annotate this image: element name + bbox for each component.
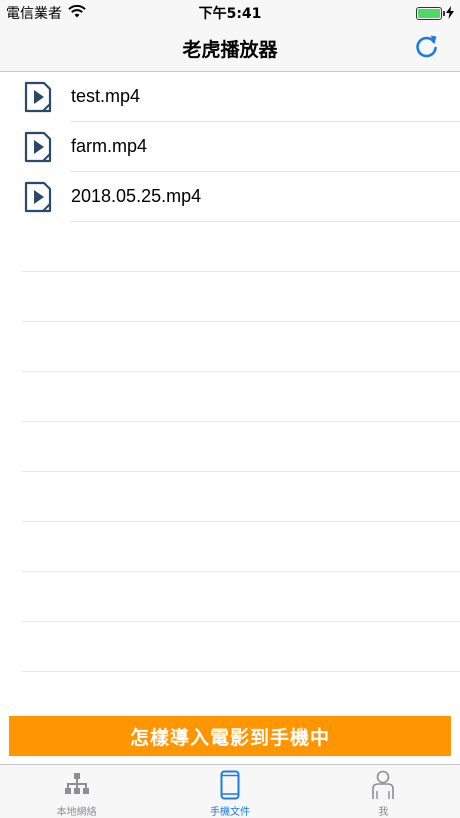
empty-row [0, 272, 460, 322]
import-help-button[interactable]: 怎樣導入電影到手機中 [9, 716, 451, 756]
status-time: 下午5:41 [198, 6, 262, 22]
file-row[interactable]: test.mp4 [0, 72, 460, 122]
status-bar: 電信業者 下午5:41 [0, 0, 460, 24]
tab-bar: 本地網絡 手機文件 我 [0, 764, 460, 818]
video-file-icon [24, 81, 52, 113]
video-file-icon [24, 181, 52, 213]
file-name: 2018.05.25.mp4 [71, 186, 202, 206]
tab-me[interactable]: 我 [307, 765, 460, 818]
tab-label: 手機文件 [209, 807, 250, 818]
empty-row [0, 422, 460, 472]
refresh-button[interactable] [412, 33, 442, 63]
file-list: test.mp4 farm.mp4 2018.05.25.mp4 [0, 72, 460, 672]
empty-row [0, 222, 460, 272]
charging-icon [446, 4, 454, 23]
refresh-icon [414, 33, 440, 63]
phone-icon [215, 770, 245, 800]
person-icon [368, 770, 398, 800]
file-row[interactable]: 2018.05.25.mp4 [0, 172, 460, 222]
empty-row [0, 572, 460, 622]
navigation-bar: 老虎播放器 [0, 24, 460, 72]
empty-row [0, 322, 460, 372]
battery-fill [418, 9, 440, 18]
file-name: test.mp4 [71, 86, 141, 106]
tab-label: 本地網絡 [56, 807, 97, 818]
status-right [416, 4, 454, 23]
tab-phone-files[interactable]: 手機文件 [153, 765, 306, 818]
empty-row [0, 472, 460, 522]
tab-local-network[interactable]: 本地網絡 [0, 765, 153, 818]
battery-icon [416, 7, 445, 20]
file-name: farm.mp4 [71, 136, 148, 156]
empty-row [0, 372, 460, 422]
empty-row [0, 622, 460, 672]
tab-label: 我 [378, 807, 389, 818]
file-row[interactable]: farm.mp4 [0, 122, 460, 172]
empty-row [0, 522, 460, 572]
video-file-icon [24, 131, 52, 163]
page-title: 老虎播放器 [182, 39, 278, 61]
network-icon [62, 770, 92, 800]
